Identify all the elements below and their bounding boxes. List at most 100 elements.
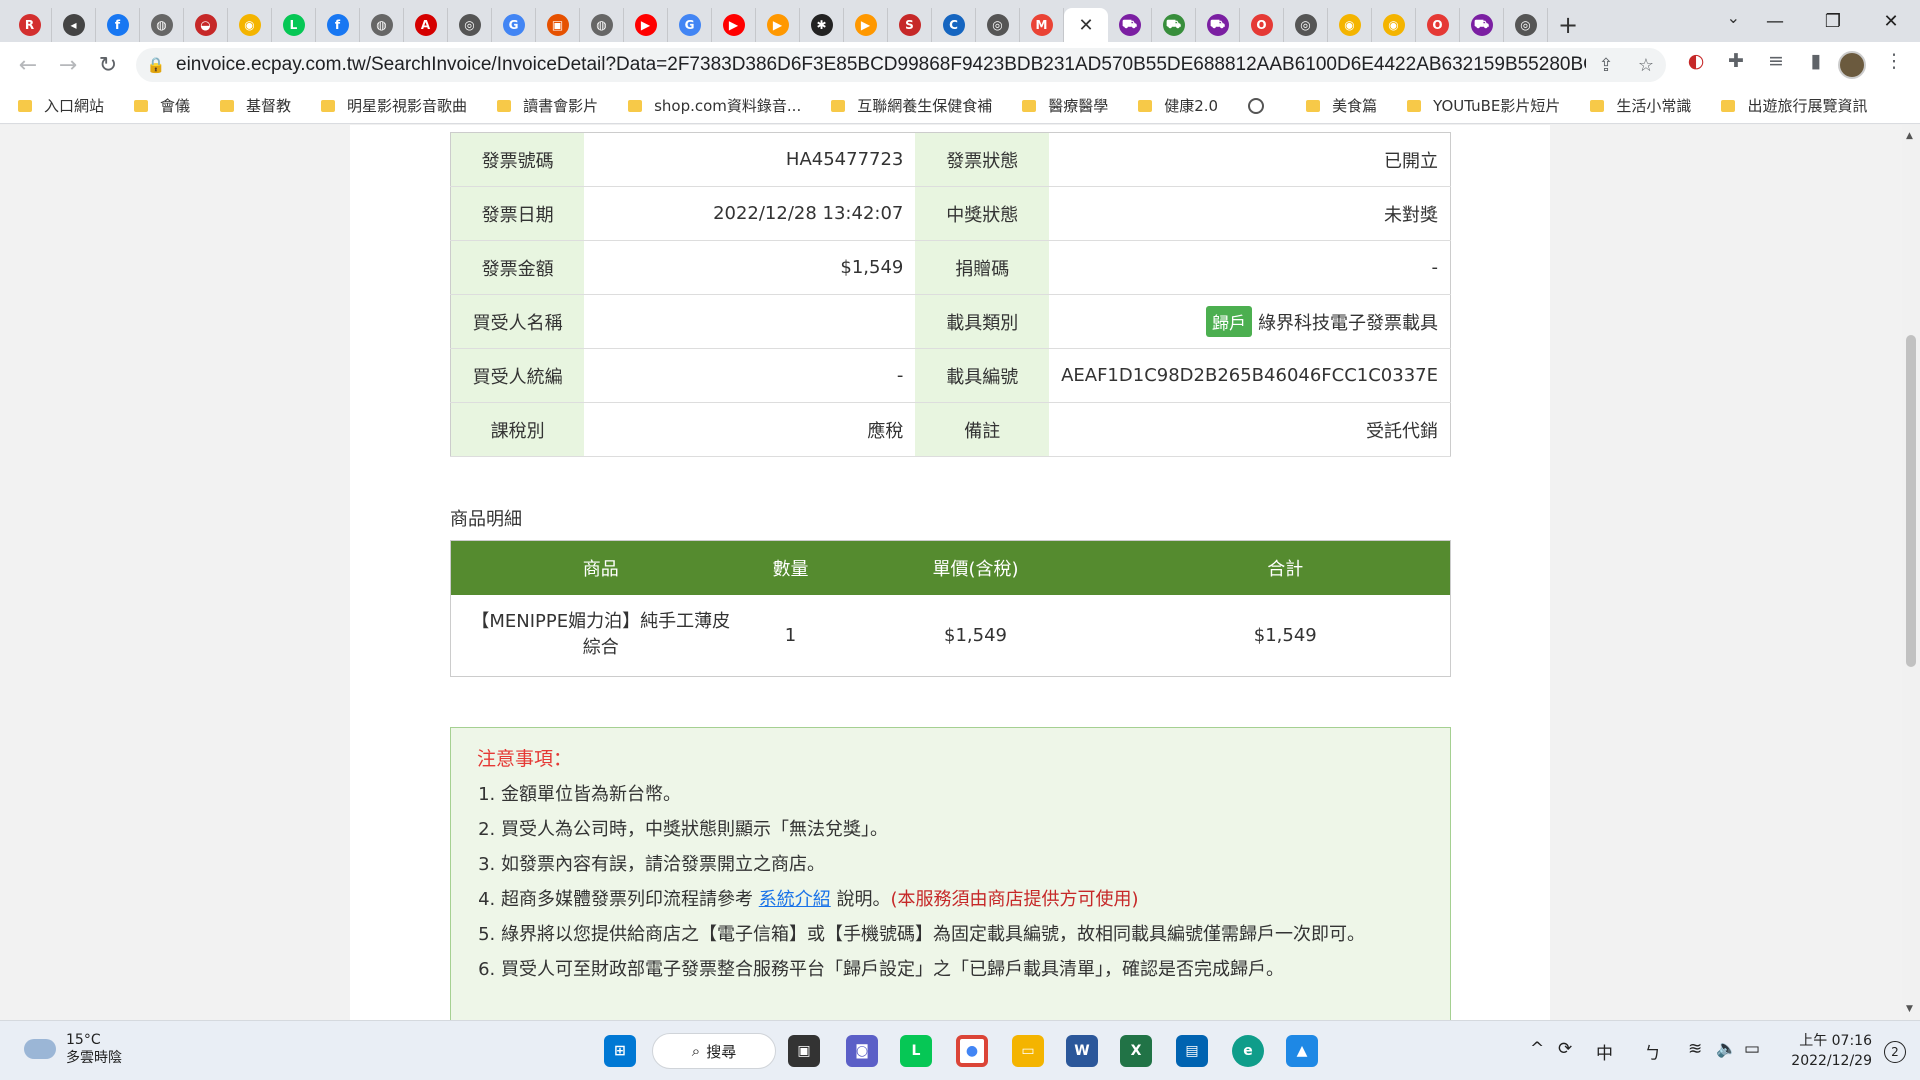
browser-tab[interactable]: G bbox=[668, 8, 712, 42]
browser-tab[interactable]: ▶ bbox=[712, 8, 756, 42]
ime-mode[interactable]: 中 bbox=[1596, 1039, 1613, 1064]
scrollbar-thumb[interactable] bbox=[1906, 335, 1916, 667]
reload-icon[interactable]: ↻ bbox=[88, 53, 128, 78]
browser-tab[interactable]: ⛟ bbox=[1460, 8, 1504, 42]
notification-badge[interactable]: 2 bbox=[1884, 1041, 1906, 1063]
browser-tab[interactable]: ◍ bbox=[360, 8, 404, 42]
browser-tab[interactable]: ◎ bbox=[1284, 8, 1328, 42]
new-tab-icon[interactable]: + bbox=[1548, 8, 1588, 42]
browser-tab[interactable]: ⛟ bbox=[1152, 8, 1196, 42]
teams-chat-icon[interactable]: ◙ bbox=[846, 1035, 878, 1067]
browser-tab[interactable]: M bbox=[1020, 8, 1064, 42]
windows-start-icon[interactable]: ⊞ bbox=[604, 1035, 636, 1067]
browser-tab[interactable]: ◉ bbox=[1328, 8, 1372, 42]
close-window-icon[interactable]: ✕ bbox=[1862, 11, 1920, 32]
restore-icon[interactable]: ❐ bbox=[1804, 11, 1862, 32]
share-icon[interactable]: ⇪ bbox=[1586, 55, 1626, 76]
browser-tab[interactable]: f bbox=[316, 8, 360, 42]
bookmark-item[interactable]: 美食篇 bbox=[1306, 95, 1377, 116]
system-clock[interactable]: 上午 07:16 2022/12/29 bbox=[1791, 1031, 1872, 1071]
extension-adblock-icon[interactable]: ◐ bbox=[1676, 50, 1716, 80]
forward-icon[interactable]: → bbox=[48, 53, 88, 78]
browser-tab[interactable]: ◎ bbox=[1504, 8, 1548, 42]
page-scrollbar[interactable]: ▲ ▼ bbox=[1902, 125, 1920, 1020]
browser-tab[interactable]: ▶ bbox=[624, 8, 668, 42]
browser-tab[interactable]: ◎ bbox=[976, 8, 1020, 42]
bookmark-item[interactable]: 出遊旅行展覽資訊 bbox=[1721, 95, 1867, 116]
browser-tab[interactable]: ▶ bbox=[844, 8, 888, 42]
extensions-puzzle-icon[interactable]: ✚ bbox=[1716, 50, 1756, 80]
browser-tab[interactable]: ▣ bbox=[536, 8, 580, 42]
tray-expand-icon[interactable]: ^ bbox=[1530, 1039, 1544, 1059]
close-icon[interactable]: ✕ bbox=[1078, 15, 1093, 36]
browser-tab[interactable]: L bbox=[272, 8, 316, 42]
bookmark-item[interactable]: shop.com資料錄音... bbox=[628, 95, 801, 116]
bookmark-item[interactable]: 醫療醫學 bbox=[1022, 95, 1108, 116]
scroll-up-icon[interactable]: ▲ bbox=[1906, 131, 1913, 141]
browser-tab[interactable]: ⛟ bbox=[1108, 8, 1152, 42]
google-icon: G bbox=[678, 14, 701, 36]
menu-kebab-icon[interactable]: ⋮ bbox=[1874, 50, 1914, 80]
browser-tab[interactable]: O bbox=[1416, 8, 1460, 42]
bookmark-item[interactable]: 讀書會影片 bbox=[497, 95, 598, 116]
address-bar[interactable]: 🔒 einvoice.ecpay.com.tw/SearchInvoice/In… bbox=[136, 48, 1666, 82]
ime-bopomofo[interactable]: ㄅ bbox=[1644, 1039, 1661, 1064]
edge-app-icon[interactable]: e bbox=[1232, 1035, 1264, 1067]
items-section-title: 商品明細 bbox=[450, 509, 522, 530]
file-explorer-icon[interactable]: ▭ bbox=[1012, 1035, 1044, 1067]
bookmark-star-icon[interactable]: ☆ bbox=[1626, 55, 1666, 76]
minimize-icon[interactable]: — bbox=[1746, 11, 1804, 32]
store-app-icon[interactable]: ▤ bbox=[1176, 1035, 1208, 1067]
browser-tab[interactable]: C bbox=[932, 8, 976, 42]
browser-tab[interactable]: ◂ bbox=[52, 8, 96, 42]
side-panel-icon[interactable]: ▮ bbox=[1796, 50, 1836, 80]
bookmark-item[interactable]: 基督教 bbox=[220, 95, 291, 116]
browser-tab[interactable]: S bbox=[888, 8, 932, 42]
system-intro-link[interactable]: 系統介紹 bbox=[759, 889, 831, 910]
wifi-icon[interactable]: ≋ bbox=[1688, 1039, 1702, 1059]
browser-tab[interactable]: ◉ bbox=[1372, 8, 1416, 42]
browser-tab[interactable]: ✕ bbox=[1064, 8, 1108, 42]
browser-tab[interactable]: ◉ bbox=[228, 8, 272, 42]
bookmark-item[interactable]: YOUTuBE影片短片 bbox=[1407, 95, 1560, 116]
browser-tab[interactable]: ⛟ bbox=[1196, 8, 1240, 42]
bookmark-item[interactable] bbox=[1248, 97, 1276, 114]
battery-icon[interactable]: ▭ bbox=[1744, 1039, 1760, 1059]
task-view-icon[interactable]: ▣ bbox=[788, 1035, 820, 1067]
bookmark-item[interactable]: 會儀 bbox=[134, 95, 190, 116]
scroll-down-icon[interactable]: ▼ bbox=[1906, 1004, 1913, 1014]
back-icon[interactable]: ← bbox=[8, 53, 48, 78]
browser-tab[interactable]: ◍ bbox=[580, 8, 624, 42]
bookmark-item[interactable]: 互聯網養生保健食補 bbox=[831, 95, 992, 116]
volume-icon[interactable]: 🔈 bbox=[1716, 1039, 1737, 1059]
bookmark-item[interactable]: 健康2.0 bbox=[1138, 95, 1218, 116]
lock-icon[interactable]: 🔒 bbox=[136, 56, 176, 74]
weather-widget[interactable]: 15°C 多雲時陰 bbox=[24, 1031, 122, 1067]
taskbar-search[interactable]: ⌕ 搜尋 bbox=[652, 1033, 776, 1069]
notice-item-suffix: 說明。 bbox=[836, 889, 891, 910]
browser-tab[interactable]: R bbox=[8, 8, 52, 42]
browser-tab[interactable]: G bbox=[492, 8, 536, 42]
browser-tab[interactable]: ◍ bbox=[140, 8, 184, 42]
browser-tab[interactable]: f bbox=[96, 8, 140, 42]
taskbar-search-label: 搜尋 bbox=[706, 1042, 737, 1061]
bookmark-item[interactable]: 生活小常識 bbox=[1590, 95, 1691, 116]
browser-tab[interactable]: ◎ bbox=[448, 8, 492, 42]
line-app-icon[interactable]: L bbox=[900, 1035, 932, 1067]
browser-tab[interactable]: ◒ bbox=[184, 8, 228, 42]
browser-tab[interactable]: A bbox=[404, 8, 448, 42]
browser-tab[interactable]: O bbox=[1240, 8, 1284, 42]
browser-tab[interactable]: ▶ bbox=[756, 8, 800, 42]
browser-tab[interactable]: ✱ bbox=[800, 8, 844, 42]
bookmark-item[interactable]: 入口網站 bbox=[18, 95, 104, 116]
bookmark-item[interactable]: 明星影視影音歌曲 bbox=[321, 95, 467, 116]
word-app-icon[interactable]: W bbox=[1066, 1035, 1098, 1067]
onedrive-sync-icon[interactable]: ⟳ bbox=[1558, 1039, 1572, 1059]
media-queue-icon[interactable]: ≡ bbox=[1756, 50, 1796, 80]
tab-search-dropdown-icon[interactable]: ⌄ bbox=[1727, 8, 1740, 27]
chrome-app-icon[interactable]: ● bbox=[956, 1035, 988, 1067]
profile-avatar[interactable] bbox=[1838, 51, 1866, 79]
excel-app-icon[interactable]: X bbox=[1120, 1035, 1152, 1067]
url-text[interactable]: einvoice.ecpay.com.tw/SearchInvoice/Invo… bbox=[176, 54, 1586, 76]
photos-app-icon[interactable]: ▲ bbox=[1286, 1035, 1318, 1067]
